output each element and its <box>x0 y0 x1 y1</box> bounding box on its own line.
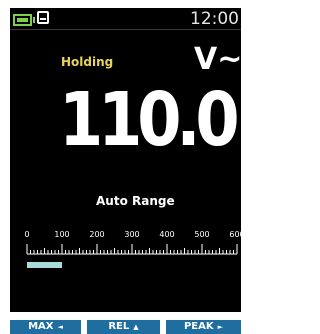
scale-label: 200 <box>89 230 105 239</box>
battery-icon <box>13 14 35 26</box>
lcd-screen: 12:00 Holding V~ 110.0 Auto Range 0 100 20… <box>10 8 241 312</box>
softkey-max-button[interactable]: MAX ◄ <box>10 320 81 334</box>
unit-indicator: V~ <box>194 42 241 77</box>
softkey-label: PEAK <box>183 321 214 332</box>
range-mode-label: Auto Range <box>96 194 175 208</box>
bargraph <box>27 262 237 268</box>
scale-label: 400 <box>159 230 175 239</box>
clock: 12:00 <box>190 9 239 29</box>
hold-icon <box>37 11 49 24</box>
scale-label: 300 <box>124 230 140 239</box>
scale-label: 500 <box>194 230 210 239</box>
bargraph-fill <box>27 262 62 268</box>
softkey-label: REL <box>108 321 130 332</box>
bargraph-scale: 0 100 200 300 400 500 600 <box>10 230 241 242</box>
softkey-arrow-icon: ◄ <box>57 323 63 331</box>
status-divider <box>10 29 241 30</box>
softkey-rel-button[interactable]: REL ▲ <box>87 320 160 334</box>
status-bar: 12:00 <box>10 8 241 30</box>
softkey-label: MAX <box>28 321 54 332</box>
softkey-bar: MAX ◄ REL ▲ PEAK ► <box>0 320 241 334</box>
bargraph-ticks <box>26 244 238 255</box>
softkey-peak-button[interactable]: PEAK ► <box>166 320 241 334</box>
main-reading: 110.0 <box>59 77 240 163</box>
hold-status: Holding <box>61 55 114 69</box>
scale-label: 600 <box>229 230 241 239</box>
multimeter-display: 12:00 Holding V~ 110.0 Auto Range 0 100 20… <box>0 0 241 334</box>
scale-label: 100 <box>54 230 70 239</box>
scale-label: 0 <box>24 230 30 239</box>
softkey-arrow-icon: ► <box>217 323 224 331</box>
softkey-arrow-icon: ▲ <box>133 323 139 331</box>
